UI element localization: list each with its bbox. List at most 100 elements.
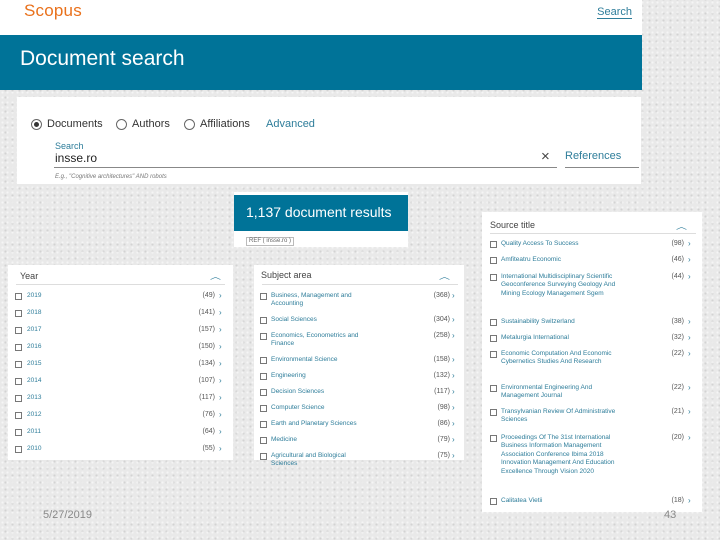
radio-affiliations[interactable]: Affiliations (184, 118, 250, 130)
filter-label: 2015 (27, 360, 42, 367)
slide-number: 43 (664, 509, 677, 521)
clear-icon[interactable]: × (541, 148, 550, 165)
chevron-right-icon[interactable]: › (688, 255, 691, 264)
checkbox[interactable] (490, 351, 497, 358)
filter-count: (22) (671, 384, 684, 391)
filter-count: (18) (671, 497, 684, 504)
filter-count: (150) (198, 343, 215, 350)
checkbox[interactable] (260, 437, 267, 444)
chevron-right-icon[interactable]: › (219, 376, 222, 385)
chevron-right-icon[interactable]: › (452, 435, 455, 444)
chevron-right-icon[interactable]: › (219, 359, 222, 368)
chevron-right-icon[interactable]: › (452, 371, 455, 380)
chevron-right-icon[interactable]: › (219, 393, 222, 402)
chevron-right-icon[interactable]: › (688, 433, 691, 442)
radio-documents[interactable]: Documents (31, 118, 103, 130)
filter-count: (132) (433, 372, 450, 379)
search-link[interactable]: Search (597, 6, 632, 19)
checkbox[interactable] (490, 241, 497, 248)
checkbox[interactable] (15, 446, 22, 453)
filter-count: (55) (202, 445, 215, 452)
chevron-right-icon[interactable]: › (688, 383, 691, 392)
checkbox[interactable] (490, 257, 497, 264)
checkbox[interactable] (15, 293, 22, 300)
radio-unselected-icon[interactable] (184, 118, 195, 130)
checkbox[interactable] (260, 421, 267, 428)
filter-label: Decision Sciences (271, 388, 325, 395)
filter-label: 2013 (27, 394, 42, 401)
search-example-hint: E.g., "Cognitive architectures" AND robo… (55, 174, 167, 180)
chevron-right-icon[interactable]: › (688, 239, 691, 248)
chevron-right-icon[interactable]: › (452, 451, 455, 460)
chevron-right-icon[interactable]: › (452, 403, 455, 412)
checkbox[interactable] (260, 357, 267, 364)
chevron-right-icon[interactable]: › (688, 349, 691, 358)
chevron-right-icon[interactable]: › (452, 387, 455, 396)
advanced-search-link[interactable]: Advanced (266, 118, 315, 130)
checkbox[interactable] (490, 319, 497, 326)
chevron-up-icon[interactable]: ︿ (676, 220, 687, 231)
radio-unselected-icon[interactable] (116, 118, 127, 130)
filter-count: (32) (671, 334, 684, 341)
chevron-right-icon[interactable]: › (219, 308, 222, 317)
chevron-right-icon[interactable]: › (688, 317, 691, 326)
filter-label: Environmental Science (271, 356, 338, 363)
chevron-right-icon[interactable]: › (219, 342, 222, 351)
checkbox[interactable] (15, 361, 22, 368)
checkbox[interactable] (15, 344, 22, 351)
chevron-up-icon[interactable]: ︿ (439, 270, 450, 281)
checkbox[interactable] (260, 293, 267, 300)
filter-label: Computer Science (271, 404, 325, 411)
checkbox[interactable] (15, 395, 22, 402)
chevron-right-icon[interactable]: › (452, 331, 455, 340)
chevron-right-icon[interactable]: › (688, 272, 691, 281)
checkbox[interactable] (260, 405, 267, 412)
filter-count: (46) (671, 256, 684, 263)
divider (262, 284, 458, 285)
filter-label: 2014 (27, 377, 42, 384)
chevron-right-icon[interactable]: › (452, 419, 455, 428)
scopus-logo[interactable]: Scopus (24, 1, 82, 21)
chevron-right-icon[interactable]: › (452, 355, 455, 364)
checkbox[interactable] (15, 378, 22, 385)
checkbox[interactable] (490, 274, 497, 281)
search-input[interactable]: insse.ro (55, 151, 555, 166)
chevron-right-icon[interactable]: › (688, 333, 691, 342)
radio-authors[interactable]: Authors (116, 118, 170, 130)
chevron-right-icon[interactable]: › (452, 291, 455, 300)
checkbox[interactable] (260, 333, 267, 340)
radio-selected-icon[interactable] (31, 118, 42, 130)
chevron-right-icon[interactable]: › (219, 325, 222, 334)
chevron-right-icon[interactable]: › (688, 407, 691, 416)
filter-label: 2016 (27, 343, 42, 350)
chevron-right-icon[interactable]: › (219, 427, 222, 436)
filter-count: (368) (433, 292, 450, 299)
references-dropdown[interactable]: References (565, 150, 621, 162)
chevron-up-icon[interactable]: ︿ (210, 270, 221, 281)
chevron-right-icon[interactable]: › (219, 444, 222, 453)
filter-label: Economic Computation And Economic Cybern… (501, 350, 612, 366)
filter-label: Proceedings Of The 31st International Bu… (501, 434, 615, 475)
checkbox[interactable] (490, 385, 497, 392)
checkbox[interactable] (260, 453, 267, 460)
search-panel: Documents Authors Affiliations Advanced … (17, 97, 641, 184)
chevron-right-icon[interactable]: › (688, 496, 691, 505)
source-filter-panel: Source title ︿ Quality Access To Success… (482, 212, 702, 512)
checkbox[interactable] (15, 327, 22, 334)
checkbox[interactable] (490, 335, 497, 342)
checkbox[interactable] (260, 317, 267, 324)
filter-label: Agricultural and Biological Sciences (271, 452, 346, 468)
checkbox[interactable] (490, 435, 497, 442)
chevron-right-icon[interactable]: › (219, 291, 222, 300)
filter-count: (107) (198, 377, 215, 384)
chevron-right-icon[interactable]: › (219, 410, 222, 419)
checkbox[interactable] (490, 409, 497, 416)
references-underline (565, 167, 639, 168)
checkbox[interactable] (490, 498, 497, 505)
checkbox[interactable] (260, 389, 267, 396)
checkbox[interactable] (15, 429, 22, 436)
checkbox[interactable] (15, 310, 22, 317)
checkbox[interactable] (260, 373, 267, 380)
chevron-right-icon[interactable]: › (452, 315, 455, 324)
checkbox[interactable] (15, 412, 22, 419)
